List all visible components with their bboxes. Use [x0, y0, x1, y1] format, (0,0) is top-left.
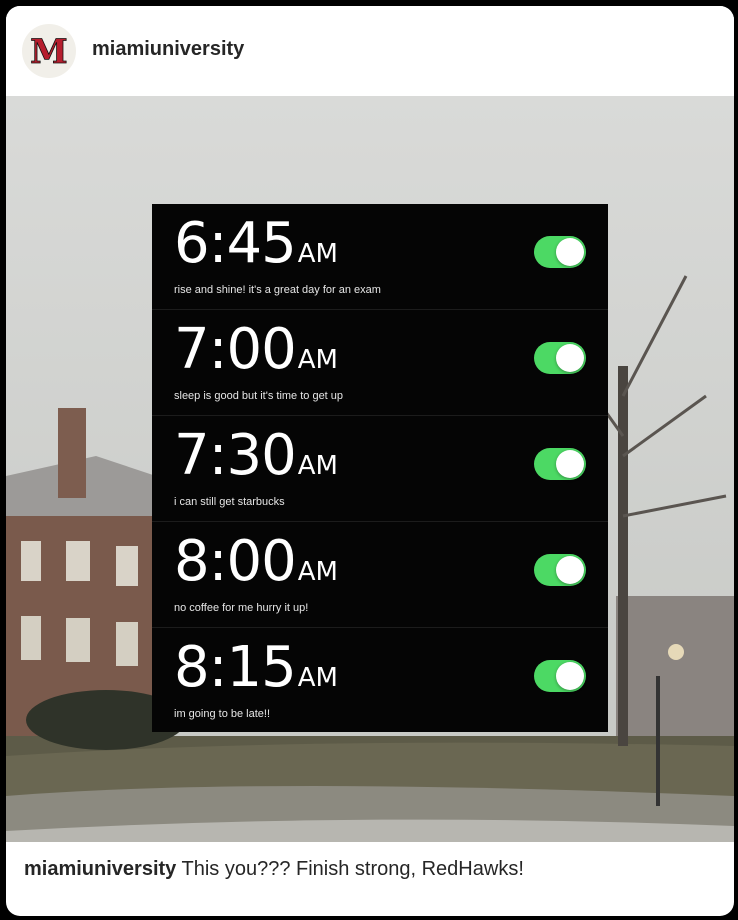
- toggle-knob: [556, 662, 584, 690]
- toggle-knob: [556, 344, 584, 372]
- alarm-row[interactable]: 8:00AM no coffee for me hurry it up!: [152, 522, 608, 628]
- alarm-time: 7:30AM: [174, 423, 338, 488]
- post-caption: miamiuniversity This you??? Finish stron…: [24, 858, 524, 881]
- instagram-post: M miamiuniversity 6:45AM rise and shine!…: [6, 6, 734, 916]
- alarm-label: rise and shine! it's a great day for an …: [174, 284, 381, 296]
- alarm-label: im going to be late!!: [174, 708, 271, 720]
- alarm-toggle[interactable]: [534, 660, 586, 692]
- alarm-toggle[interactable]: [534, 448, 586, 480]
- alarm-label: no coffee for me hurry it up!: [174, 602, 309, 614]
- alarm-toggle[interactable]: [534, 236, 586, 268]
- alarm-toggle[interactable]: [534, 554, 586, 586]
- alarm-time: 6:45AM: [174, 211, 338, 276]
- alarm-time: 8:00AM: [174, 529, 338, 594]
- alarm-list: 6:45AM rise and shine! it's a great day …: [152, 204, 608, 732]
- post-header: M miamiuniversity: [6, 6, 734, 96]
- alarm-time: 8:15AM: [174, 635, 338, 700]
- alarm-time: 7:00AM: [174, 317, 338, 382]
- post-photo: 6:45AM rise and shine! it's a great day …: [6, 96, 734, 842]
- toggle-knob: [556, 556, 584, 584]
- caption-text: This you??? Finish strong, RedHawks!: [181, 858, 524, 880]
- alarm-row[interactable]: 7:30AM i can still get starbucks: [152, 416, 608, 522]
- alarm-row[interactable]: 6:45AM rise and shine! it's a great day …: [152, 204, 608, 310]
- caption-username[interactable]: miamiuniversity: [24, 858, 176, 880]
- toggle-knob: [556, 238, 584, 266]
- alarm-toggle[interactable]: [534, 342, 586, 374]
- alarm-label: i can still get starbucks: [174, 496, 285, 508]
- alarm-row[interactable]: 7:00AM sleep is good but it's time to ge…: [152, 310, 608, 416]
- toggle-knob: [556, 450, 584, 478]
- svg-text:M: M: [30, 34, 68, 68]
- alarm-row[interactable]: 8:15AM im going to be late!!: [152, 628, 608, 733]
- alarm-label: sleep is good but it's time to get up: [174, 390, 344, 402]
- avatar[interactable]: M: [22, 24, 76, 78]
- miami-m-logo-icon: M: [30, 34, 68, 68]
- post-username[interactable]: miamiuniversity: [92, 38, 244, 61]
